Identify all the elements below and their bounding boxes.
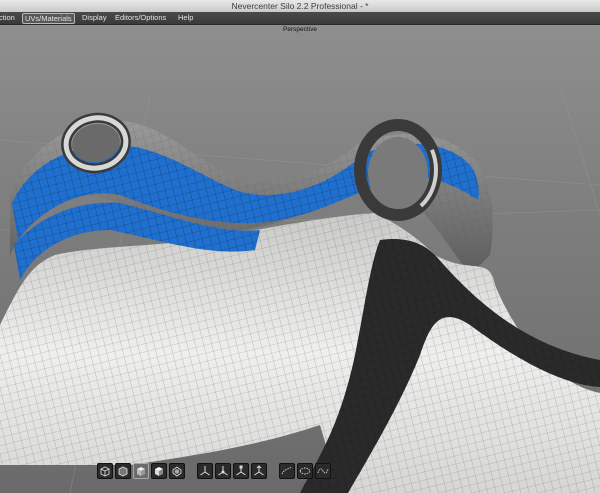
silo-window: Nevercenter Silo 2.2 Professional - * ct…: [0, 0, 600, 493]
display-mode-group: [97, 463, 187, 479]
menu-display[interactable]: Display: [82, 12, 107, 24]
right-ring: [354, 119, 442, 221]
mesh-model[interactable]: [0, 25, 600, 493]
menu-bar: ction UVs/Materials Display Editors/Opti…: [0, 12, 600, 25]
edge-loop-icon[interactable]: [279, 463, 295, 479]
left-ring: [61, 112, 131, 174]
window-title: Nevercenter Silo 2.2 Professional - *: [231, 1, 369, 11]
perspective-viewport[interactable]: Perspective: [0, 25, 600, 493]
edge-ring-icon[interactable]: [297, 463, 313, 479]
menu-editors-options[interactable]: Editors/Options: [115, 12, 166, 24]
viewport-toolbar: [97, 462, 343, 480]
selection-group: [279, 463, 333, 479]
menu-selection[interactable]: ction: [0, 12, 15, 24]
shaded-icon[interactable]: [133, 463, 149, 479]
wireframe-shaded-icon[interactable]: [115, 463, 131, 479]
move-manipulator-icon[interactable]: [197, 463, 213, 479]
scale-manipulator-icon[interactable]: [233, 463, 249, 479]
menu-help[interactable]: Help: [178, 12, 193, 24]
shaded-lit-icon[interactable]: [151, 463, 167, 479]
universal-manipulator-icon[interactable]: [251, 463, 267, 479]
rotate-manipulator-icon[interactable]: [215, 463, 231, 479]
wireframe-icon[interactable]: [97, 463, 113, 479]
manipulator-group: [197, 463, 269, 479]
menu-uvs-materials[interactable]: UVs/Materials: [22, 13, 75, 24]
paint-select-icon[interactable]: [315, 463, 331, 479]
subdivision-cage-icon[interactable]: [169, 463, 185, 479]
